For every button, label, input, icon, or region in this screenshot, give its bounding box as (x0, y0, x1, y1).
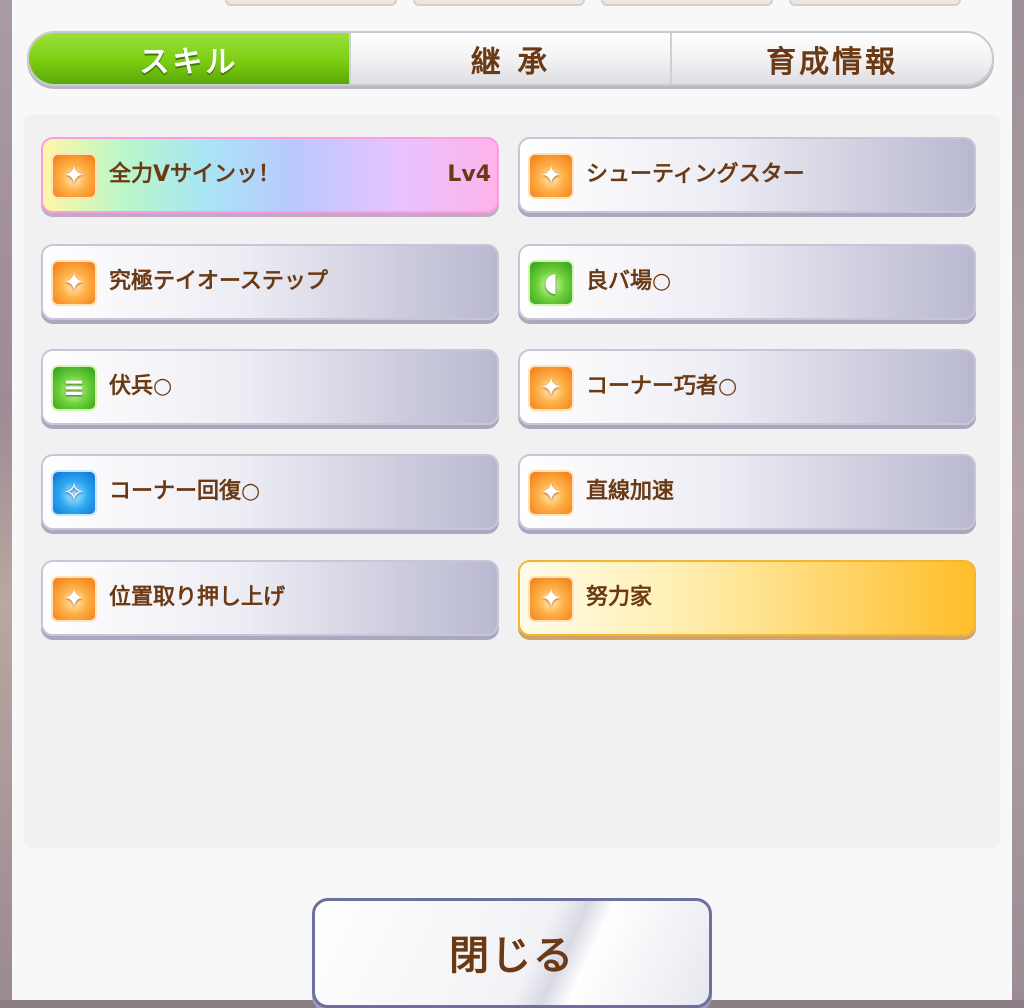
skill-item[interactable]: ✧ コーナー回復○ (41, 454, 499, 530)
tab-bar: スキル 継 承 育成情報 (27, 31, 994, 86)
close-button[interactable]: 閉じる (312, 898, 712, 1008)
skill-name: 伏兵○ (109, 374, 173, 399)
tab-training-info[interactable]: 育成情報 (670, 33, 992, 84)
green-list-icon: ≡ (51, 365, 97, 411)
skill-name: 努力家 (586, 585, 653, 610)
running-flame-icon: ✦ (528, 576, 574, 622)
skill-level: Lv4 (447, 162, 491, 187)
top-button-stub (413, 0, 585, 6)
top-button-stub (225, 0, 397, 6)
blue-sparkle-icon: ✧ (51, 470, 97, 516)
green-power-icon: ◖ (528, 260, 574, 306)
running-flame-icon: ✦ (51, 260, 97, 306)
top-button-stub (789, 0, 961, 6)
tab-skills[interactable]: スキル (29, 33, 349, 84)
skill-name: シューティングスター (586, 162, 805, 187)
skill-name: 良バ場○ (586, 269, 672, 294)
skill-item[interactable]: ✦ コーナー巧者○ (518, 349, 976, 425)
skill-name: 位置取り押し上げ (109, 585, 286, 610)
skill-name: コーナー回復○ (109, 479, 261, 504)
running-flame-icon: ✦ (528, 470, 574, 516)
running-flame-icon: ✦ (528, 153, 574, 199)
tab-inheritance-label: 継 承 (470, 44, 551, 80)
tab-inheritance[interactable]: 継 承 (348, 33, 671, 84)
skill-item[interactable]: ✦ 究極テイオーステップ (41, 244, 499, 320)
skill-item[interactable]: ✦ 努力家 (518, 560, 976, 636)
right-backdrop (1010, 0, 1024, 1000)
skill-item[interactable]: ✦ シューティングスター (518, 137, 976, 213)
running-flame-icon: ✦ (528, 365, 574, 411)
skill-name: 全力Vサインッ！ (109, 162, 281, 187)
skill-item[interactable]: ✦ 直線加速 (518, 454, 976, 530)
tab-training-info-label: 育成情報 (766, 44, 899, 80)
skill-name: 直線加速 (586, 479, 675, 504)
skill-name: 究極テイオーステップ (109, 269, 328, 294)
skill-item[interactable]: ◖ 良バ場○ (518, 244, 976, 320)
skill-name: コーナー巧者○ (586, 374, 738, 399)
running-flame-icon: ✦ (51, 576, 97, 622)
top-button-stub (601, 0, 773, 6)
skill-item[interactable]: ✦ 位置取り押し上げ (41, 560, 499, 636)
skill-item[interactable]: ≡ 伏兵○ (41, 349, 499, 425)
skill-item[interactable]: ✦ 全力Vサインッ！ Lv4 (41, 137, 499, 213)
close-button-label: 閉じる (449, 933, 575, 979)
tab-skills-label: スキル (139, 44, 239, 80)
running-flame-icon: ✦ (51, 153, 97, 199)
